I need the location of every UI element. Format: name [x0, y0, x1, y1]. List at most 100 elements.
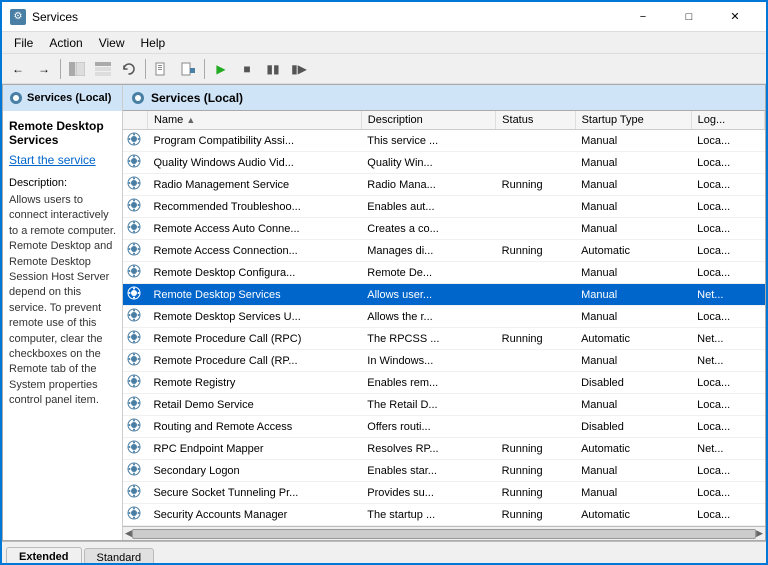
services-table-wrap[interactable]: Name ▲ Description Status Startup Type [123, 111, 765, 526]
menu-file[interactable]: File [6, 34, 41, 52]
restart-button[interactable]: ▮▶ [287, 57, 311, 81]
table-row[interactable]: Remote Desktop Configura...Remote De...M… [123, 262, 765, 284]
play-button[interactable]: ▶ [209, 57, 233, 81]
tab-extended[interactable]: Extended [6, 547, 82, 565]
col-name[interactable]: Name ▲ [147, 111, 361, 130]
table-row[interactable]: Remote Procedure Call (RPC)The RPCSS ...… [123, 328, 765, 350]
service-description: The RPCSS ... [361, 328, 495, 350]
service-status [496, 350, 575, 372]
maximize-button[interactable]: □ [666, 2, 712, 32]
service-logon: Loca... [691, 130, 764, 152]
gear-icon [127, 506, 141, 520]
minimize-button[interactable]: − [620, 2, 666, 32]
table-row[interactable]: Remote Access Auto Conne...Creates a co.… [123, 218, 765, 240]
table-row[interactable]: Quality Windows Audio Vid...Quality Win.… [123, 152, 765, 174]
service-logon: Loca... [691, 262, 764, 284]
service-description: The Retail D... [361, 394, 495, 416]
table-row[interactable]: Secondary LogonEnables star...RunningMan… [123, 460, 765, 482]
service-icon-cell [123, 174, 147, 196]
service-logon: Loca... [691, 416, 764, 438]
service-description: Enables aut... [361, 196, 495, 218]
service-status: Running [496, 504, 575, 526]
service-logon: Loca... [691, 196, 764, 218]
table-row[interactable]: Remote RegistryEnables rem...DisabledLoc… [123, 372, 765, 394]
menu-help[interactable]: Help [133, 34, 174, 52]
service-name: RPC Endpoint Mapper [147, 438, 361, 460]
service-icon-cell [123, 328, 147, 350]
gear-icon [127, 396, 141, 410]
service-status [496, 416, 575, 438]
toolbar-sep-2 [145, 59, 146, 79]
h-scroll-thumb[interactable] [132, 529, 756, 539]
left-panel-header: Services (Local) [3, 85, 122, 111]
services-table: Name ▲ Description Status Startup Type [123, 111, 765, 526]
service-status [496, 262, 575, 284]
forward-button[interactable]: → [32, 57, 56, 81]
service-name: Remote Desktop Services [147, 284, 361, 306]
table-row[interactable]: RPC Endpoint MapperResolves RP...Running… [123, 438, 765, 460]
left-panel: Services (Local) Remote Desktop Services… [3, 85, 123, 540]
h-scroll-right[interactable]: ▶ [756, 528, 763, 539]
toolbar: ← → ▶ ■ ▮▮ ▮▶ [2, 54, 766, 84]
service-description: Enables star... [361, 460, 495, 482]
table-row[interactable]: Routing and Remote AccessOffers routi...… [123, 416, 765, 438]
pause-button[interactable]: ▮▮ [261, 57, 285, 81]
start-service-link[interactable]: Start the service [9, 153, 96, 167]
col-icon [123, 111, 147, 130]
table-row[interactable]: Remote Procedure Call (RP...In Windows..… [123, 350, 765, 372]
table-row[interactable]: Program Compatibility Assi...This servic… [123, 130, 765, 152]
service-logon: Loca... [691, 152, 764, 174]
col-description[interactable]: Description [361, 111, 495, 130]
show-hide-button[interactable] [65, 57, 89, 81]
service-description: Manages di... [361, 240, 495, 262]
table-row[interactable]: Remote Access Connection...Manages di...… [123, 240, 765, 262]
close-button[interactable]: ✕ [712, 2, 758, 32]
main-container: Services (Local) Remote Desktop Services… [2, 84, 766, 541]
service-logon: Loca... [691, 372, 764, 394]
horizontal-scrollbar[interactable]: ◀ ▶ [123, 526, 765, 540]
refresh-button[interactable] [117, 57, 141, 81]
service-status: Running [496, 240, 575, 262]
stop-button[interactable]: ■ [235, 57, 259, 81]
gear-icon [127, 198, 141, 212]
col-logon[interactable]: Log... [691, 111, 764, 130]
menu-view[interactable]: View [91, 34, 133, 52]
service-logon: Net... [691, 328, 764, 350]
service-name: Security Accounts Manager [147, 504, 361, 526]
gear-icon [127, 374, 141, 388]
table-row[interactable]: Security Accounts ManagerThe startup ...… [123, 504, 765, 526]
menu-action[interactable]: Action [41, 34, 90, 52]
col-startup-type[interactable]: Startup Type [575, 111, 691, 130]
service-status [496, 218, 575, 240]
table-row[interactable]: Remote Desktop Services U...Allows the r… [123, 306, 765, 328]
title-bar: ⚙ Services − □ ✕ [2, 2, 766, 32]
panel-button[interactable] [91, 57, 115, 81]
service-description: Offers routi... [361, 416, 495, 438]
service-status: Running [496, 174, 575, 196]
col-status[interactable]: Status [496, 111, 575, 130]
gear-icon [127, 352, 141, 366]
app-icon: ⚙ [10, 9, 26, 25]
service-description: Provides su... [361, 482, 495, 504]
properties-button[interactable] [176, 57, 200, 81]
service-description: Remote De... [361, 262, 495, 284]
table-row[interactable]: Secure Socket Tunneling Pr...Provides su… [123, 482, 765, 504]
service-status: Running [496, 482, 575, 504]
table-header-row: Name ▲ Description Status Startup Type [123, 111, 765, 130]
export-button[interactable] [150, 57, 174, 81]
service-status [496, 394, 575, 416]
tab-standard[interactable]: Standard [84, 548, 155, 565]
table-row[interactable]: Recommended Troubleshoo...Enables aut...… [123, 196, 765, 218]
left-panel-title: Services (Local) [27, 92, 111, 104]
table-row[interactable]: Retail Demo ServiceThe Retail D...Manual… [123, 394, 765, 416]
toolbar-sep-3 [204, 59, 205, 79]
service-startup-type: Manual [575, 306, 691, 328]
service-status [496, 306, 575, 328]
service-name: Remote Procedure Call (RPC) [147, 328, 361, 350]
table-row[interactable]: Remote Desktop ServicesAllows user...Man… [123, 284, 765, 306]
table-row[interactable]: Radio Management ServiceRadio Mana...Run… [123, 174, 765, 196]
service-startup-type: Disabled [575, 372, 691, 394]
service-startup-type: Manual [575, 460, 691, 482]
back-button[interactable]: ← [6, 57, 30, 81]
h-scroll-left[interactable]: ◀ [125, 528, 132, 539]
